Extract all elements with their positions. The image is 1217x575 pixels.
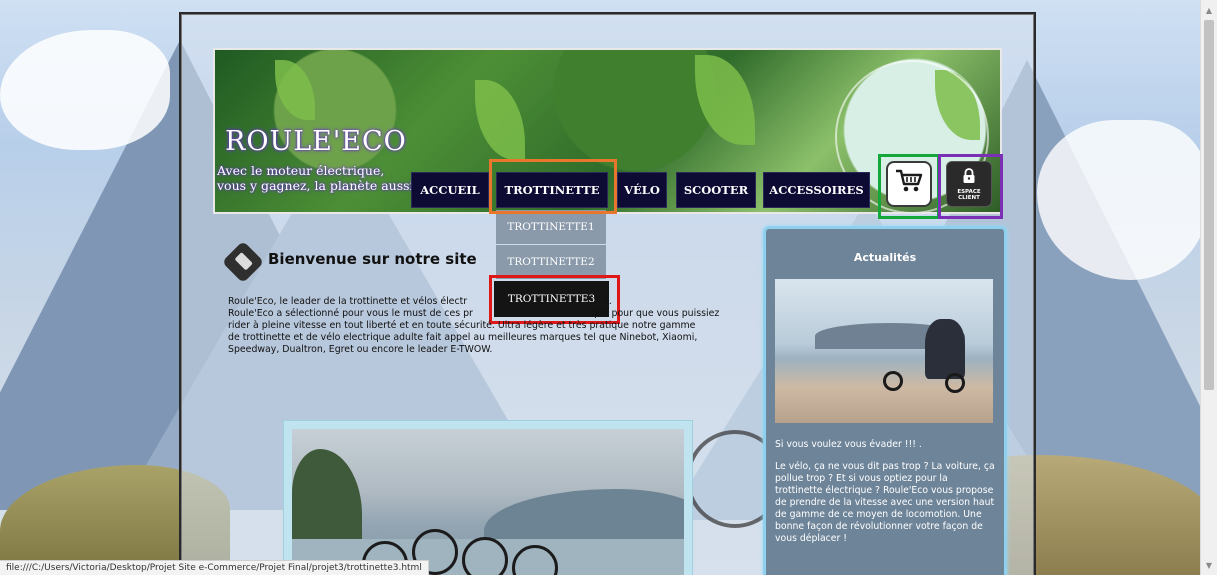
- dropdown-trottinette1[interactable]: TROTTINETTE1: [496, 210, 606, 244]
- cart-icon: [894, 168, 924, 201]
- news-paragraph: Le vélo, ça ne vous dit pas trop ? La vo…: [775, 461, 995, 544]
- cart-button[interactable]: [886, 161, 932, 207]
- nav-velo[interactable]: VÉLO: [617, 172, 667, 208]
- scroll-down-icon[interactable]: ▼: [1201, 557, 1217, 573]
- leaf-decoration: [475, 80, 525, 160]
- intro-line: rider à pleine vitesse en tout liberté e…: [228, 320, 696, 331]
- intro-line: Roule'Eco, le leader de la trottinette e…: [228, 296, 748, 308]
- brand-tagline: Avec le moteur électrique, vous y gagnez…: [217, 163, 418, 193]
- news-photo: [775, 279, 993, 423]
- intro-line-part: Roule'Eco a sélectionné pour vous le mus…: [228, 308, 473, 319]
- scroll-up-icon[interactable]: ▲: [1201, 2, 1217, 18]
- nav-trottinette[interactable]: TROTTINETTE: [496, 172, 608, 208]
- intro-line-part: que pour que vous puissiez: [590, 308, 720, 319]
- vertical-scrollbar[interactable]: ▲ ▼: [1200, 0, 1217, 575]
- tagline-line: Avec le moteur électrique,: [217, 163, 385, 178]
- brand-title: ROULE'ECO: [225, 126, 407, 157]
- welcome-title: Bienvenue sur notre site: [268, 250, 477, 268]
- intro-line-part: Roule'Eco, le leader de la trottinette e…: [228, 296, 468, 307]
- news-paragraph: Si vous voulez vous évader !!! .: [775, 439, 922, 450]
- intro-text: Roule'Eco, le leader de la trottinette e…: [228, 296, 748, 356]
- leaf-decoration: [275, 60, 315, 120]
- news-photo-person: [925, 319, 965, 379]
- dropdown-trottinette2[interactable]: TROTTINETTE2: [496, 245, 606, 279]
- product-photo: [292, 429, 684, 575]
- scrollbar-thumb[interactable]: [1204, 20, 1214, 390]
- client-area-label-line: ESPACE: [957, 188, 981, 195]
- client-area-label: ESPACE CLIENT: [957, 189, 980, 201]
- tagline-line: vous y gagnez, la planète aussi.: [217, 178, 418, 193]
- client-area-button[interactable]: ESPACE CLIENT: [946, 161, 992, 207]
- client-area-label-line: CLIENT: [958, 194, 980, 201]
- lock-icon: [962, 167, 976, 187]
- nav-scooter[interactable]: SCOOTER: [676, 172, 756, 208]
- intro-line: Speedway, Dualtron, Egret ou encore le l…: [228, 344, 493, 355]
- leaf-decoration: [695, 55, 755, 145]
- intro-line-part: e.: [603, 296, 612, 307]
- news-photo-wheel: [883, 371, 903, 391]
- news-panel: Actualités Si vous voulez vous évader !!…: [763, 226, 1007, 575]
- nav-accueil[interactable]: ACCUEIL: [411, 172, 489, 208]
- news-title: Actualités: [853, 251, 917, 264]
- photo-bike-wheel: [462, 537, 508, 575]
- product-photo-frame: [283, 420, 693, 575]
- nav-accessoires[interactable]: ACCESSOIRES: [763, 172, 870, 208]
- intro-line: de trottinette et de vélo electrique adu…: [228, 332, 698, 343]
- intro-line: Roule'Eco a sélectionné pour vous le mus…: [228, 308, 748, 320]
- news-photo-wheel: [945, 373, 965, 393]
- news-text: Si vous voulez vous évader !!! . Le vélo…: [775, 439, 997, 555]
- status-bar-url: file:///C:/Users/Victoria/Desktop/Projet…: [0, 560, 429, 575]
